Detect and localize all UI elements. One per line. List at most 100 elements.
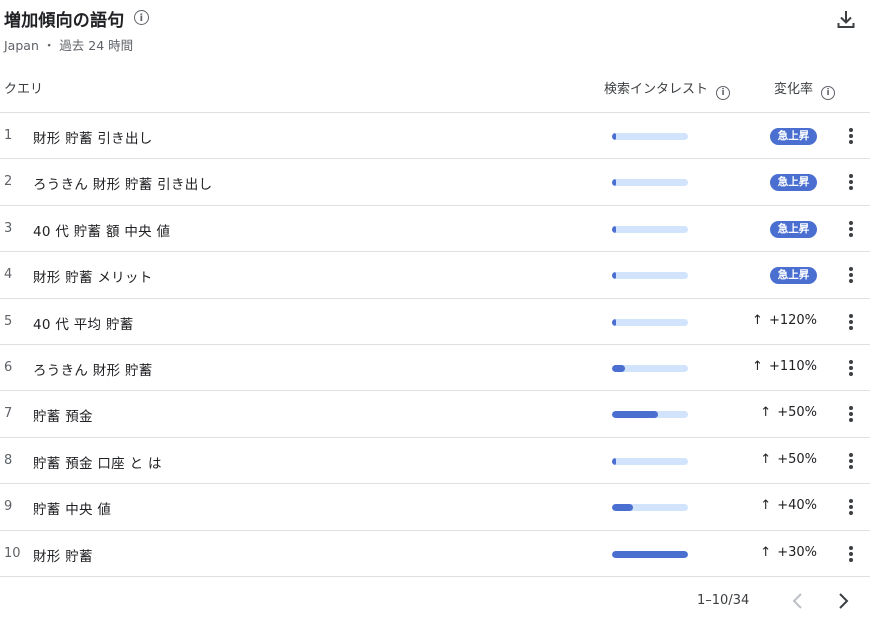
arrow-up-icon: ↑ [752,359,763,374]
change-percent: +110% [768,359,817,374]
menu-dot [849,372,853,376]
menu-dot [849,326,853,330]
menu-dot [849,227,853,231]
change-percent: +30% [777,545,817,560]
arrow-up-icon: ↑ [760,452,772,467]
more-vert-icon[interactable] [846,265,856,285]
column-header-query: クエリ [4,82,44,97]
query-text[interactable]: 財形 貯蓄 引き出し [33,127,153,147]
menu-dot [849,505,853,509]
table-row[interactable]: 7 貯蓄 預金 ↑ +50% [0,391,870,437]
menu-dot [849,546,853,550]
row-index: 4 [4,267,13,282]
table-row[interactable]: 8 貯蓄 預金 口座 と は ↑ +50% [0,438,870,484]
more-vert-icon[interactable] [846,451,856,471]
table-row[interactable]: 6 ろうきん 財形 貯蓄 ↑ +110% [0,345,870,391]
column-header-interest-label: 検索インタレスト [604,82,709,97]
more-vert-icon[interactable] [846,219,856,239]
more-vert-icon[interactable] [846,312,856,332]
menu-dot [849,186,853,190]
menu-dot [849,180,853,184]
menu-dot [849,128,853,132]
menu-dot [849,552,853,556]
menu-dot [849,459,853,463]
pagination-label: 1–10/34 [697,593,750,608]
breakout-badge: 急上昇 [770,128,817,145]
menu-dot [849,314,853,318]
change-value: ↑ +50% [760,405,817,420]
menu-dot [849,134,853,138]
menu-dot [849,418,853,422]
more-vert-icon[interactable] [846,172,856,192]
interest-bar-fill [612,226,616,233]
query-text[interactable]: ろうきん 財形 貯蓄 [33,359,153,379]
table-row[interactable]: 3 40 代 貯蓄 額 中央 値 急上昇 [0,206,870,252]
menu-dot [849,273,853,277]
query-text[interactable]: 貯蓄 預金 口座 と は [33,452,162,472]
arrow-up-icon: ↑ [752,313,763,328]
breakout-badge: 急上昇 [770,174,817,191]
row-divider [0,576,870,577]
change-percent: +50% [777,405,817,420]
change-value: ↑ +50% [760,452,817,467]
more-vert-icon[interactable] [846,126,856,146]
menu-dot [849,140,853,144]
query-text[interactable]: 40 代 貯蓄 額 中央 値 [33,220,170,240]
info-icon[interactable]: i [716,86,731,100]
query-text[interactable]: 40 代 平均 貯蓄 [33,313,134,333]
query-text[interactable]: 財形 貯蓄 メリット [33,266,153,286]
query-text[interactable]: ろうきん 財形 貯蓄 引き出し [33,173,212,193]
row-index: 6 [4,360,13,375]
chevron-right-icon[interactable] [833,590,853,612]
menu-dot [849,279,853,283]
row-index: 1 [4,128,13,143]
info-icon[interactable]: i [134,10,149,25]
change-value: ↑ +30% [760,545,817,560]
interest-bar-fill [612,551,688,558]
menu-dot [849,366,853,370]
interest-bar-fill [612,179,616,186]
info-icon[interactable]: i [821,86,836,100]
title-text: 増加傾向の語句 [4,11,125,31]
query-text[interactable]: 貯蓄 中央 値 [33,498,111,518]
menu-dot [849,453,853,457]
interest-bar [612,319,688,326]
column-header-change-label: 変化率 [774,82,814,97]
row-index: 8 [4,453,13,468]
menu-dot [849,320,853,324]
change-percent: +50% [777,452,817,467]
chevron-left-icon[interactable] [788,590,808,612]
more-vert-icon[interactable] [846,358,856,378]
subtitle: Japan ・ 過去 24 時間 [4,38,134,53]
menu-dot [849,412,853,416]
query-text[interactable]: 財形 貯蓄 [33,545,93,565]
more-vert-icon[interactable] [846,544,856,564]
more-vert-icon[interactable] [846,497,856,517]
row-index: 5 [4,314,13,329]
table-row[interactable]: 4 財形 貯蓄 メリット 急上昇 [0,252,870,298]
table-row[interactable]: 2 ろうきん 財形 貯蓄 引き出し 急上昇 [0,159,870,205]
row-index: 7 [4,406,13,421]
change-value: ↑ +110% [752,359,817,374]
table-row[interactable]: 1 財形 貯蓄 引き出し 急上昇 [0,113,870,159]
interest-bar-fill [612,319,616,326]
breakout-badge: 急上昇 [770,267,817,284]
change-percent: +40% [777,498,817,513]
row-index: 3 [4,221,13,236]
query-text[interactable]: 貯蓄 預金 [33,405,93,425]
table-row[interactable]: 9 貯蓄 中央 値 ↑ +40% [0,484,870,530]
menu-dot [849,267,853,271]
interest-bar [612,365,688,372]
interest-bar [612,411,688,418]
table-row[interactable]: 5 40 代 平均 貯蓄 ↑ +120% [0,299,870,345]
change-value: ↑ +120% [752,313,817,328]
table-row[interactable]: 10 財形 貯蓄 ↑ +30% [0,531,870,577]
menu-dot [849,406,853,410]
arrow-up-icon: ↑ [760,498,772,513]
row-index: 10 [4,546,21,561]
download-icon[interactable] [836,9,856,31]
interest-bar-fill [612,272,616,279]
arrow-up-icon: ↑ [760,405,772,420]
menu-dot [849,360,853,364]
more-vert-icon[interactable] [846,404,856,424]
